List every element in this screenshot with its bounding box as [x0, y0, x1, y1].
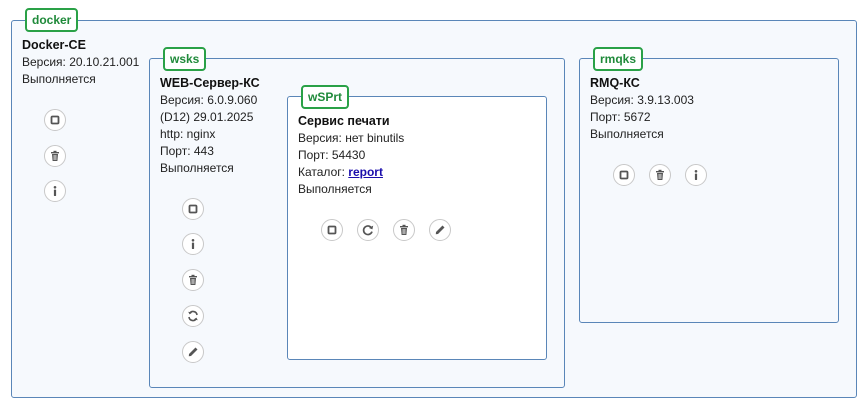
wsprt-catalog-link[interactable]: report	[348, 165, 383, 179]
trash-icon	[189, 274, 197, 285]
wsks-name: WEB-Сервер-КС	[160, 76, 260, 90]
wsprt-delete-button[interactable]	[393, 219, 415, 241]
wsprt-catalog-label: Каталог:	[298, 165, 349, 179]
wsprt-stop-button[interactable]	[321, 219, 343, 241]
trash-icon	[656, 169, 664, 180]
docker-version: Версия: 20.10.21.001	[22, 55, 140, 69]
wsprt-version: Версия: нет binutils	[298, 131, 405, 145]
rmqks-port: Порт: 5672	[590, 110, 651, 124]
stop-icon	[619, 170, 629, 180]
wsprt-port: Порт: 54430	[298, 148, 366, 162]
restart-icon	[362, 225, 374, 236]
trash-icon	[400, 224, 408, 235]
wsks-http: http: nginx	[160, 127, 216, 141]
info-icon	[191, 239, 195, 249]
docker-info-button[interactable]	[44, 180, 66, 202]
wsks-port: Порт: 443	[160, 144, 214, 158]
wsprt-catalog: Каталог: report	[298, 164, 404, 181]
sync-icon	[188, 310, 198, 322]
docker-tag: docker	[25, 8, 79, 32]
rmqks-stop-button[interactable]	[613, 164, 635, 186]
wsprt-status: Выполняется	[298, 182, 372, 196]
rmqks-info-button[interactable]	[685, 164, 707, 186]
wsks-stop-button[interactable]	[182, 198, 204, 220]
trash-icon	[51, 150, 59, 161]
docker-name: Docker-CE	[22, 38, 86, 52]
rmqks-name: RMQ-КС	[590, 76, 640, 90]
wsprt-name: Сервис печати	[298, 114, 390, 128]
wsprt-edit-button[interactable]	[429, 219, 451, 241]
rmqks-status: Выполняется	[590, 127, 664, 141]
rmqks-tag: rmqks	[593, 47, 644, 71]
wsprt-info: Сервис печати Версия: нет binutils Порт:…	[298, 113, 404, 198]
wsks-info: WEB-Сервер-КС Версия: 6.0.9.060 (D12) 29…	[160, 75, 260, 177]
docker-status: Выполняется	[22, 72, 96, 86]
stop-icon	[327, 225, 337, 235]
wsks-info-button[interactable]	[182, 233, 204, 255]
wsks-build: (D12) 29.01.2025	[160, 110, 254, 124]
wsprt-restart-button[interactable]	[357, 219, 379, 241]
wsks-version: Версия: 6.0.9.060	[160, 93, 258, 107]
edit-icon	[435, 225, 445, 235]
docker-delete-button[interactable]	[44, 145, 66, 167]
docker-stop-button[interactable]	[44, 109, 66, 131]
info-icon	[694, 170, 698, 180]
rmqks-version: Версия: 3.9.13.003	[590, 93, 694, 107]
docker-info: Docker-CE Версия: 20.10.21.001 Выполняет…	[22, 37, 139, 88]
rmqks-delete-button[interactable]	[649, 164, 671, 186]
stop-icon	[50, 115, 60, 125]
edit-icon	[188, 347, 198, 357]
stop-icon	[188, 204, 198, 214]
wsks-status: Выполняется	[160, 161, 234, 175]
rmqks-info: RMQ-КС Версия: 3.9.13.003 Порт: 5672 Вып…	[590, 75, 694, 143]
wsks-tag: wsks	[163, 47, 207, 71]
info-icon	[53, 186, 57, 196]
wsks-delete-button[interactable]	[182, 269, 204, 291]
wsks-edit-button[interactable]	[182, 341, 204, 363]
wsks-sync-button[interactable]	[182, 305, 204, 327]
wsprt-tag: wSPrt	[301, 85, 350, 109]
